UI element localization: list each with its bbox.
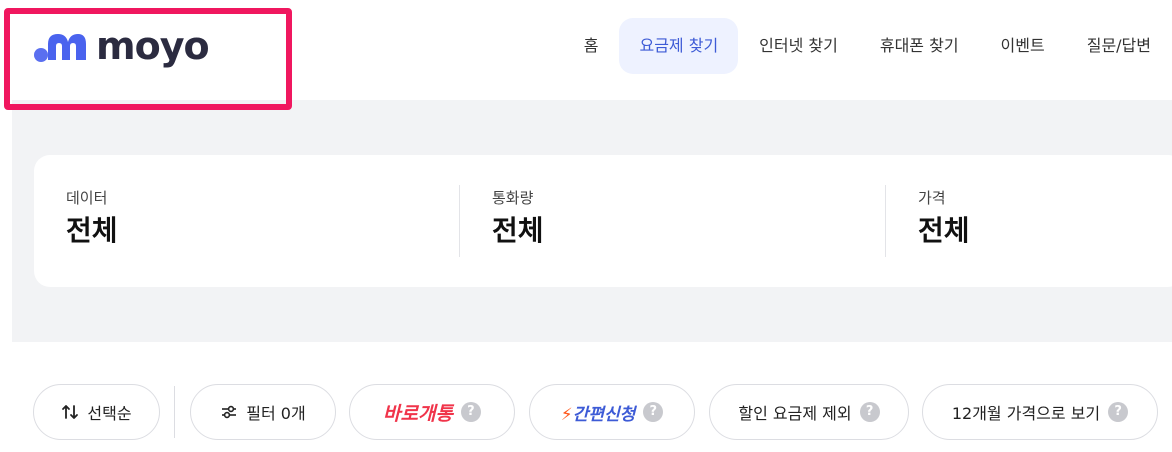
plan-summary-card: 데이터 전체 통화량 전체 가격 전체 xyxy=(34,155,1172,287)
nav-qna[interactable]: 질문/답변 xyxy=(1066,18,1172,74)
divider xyxy=(885,185,886,257)
instant-activation-label: 바로개통 xyxy=(383,402,453,425)
help-icon[interactable]: ? xyxy=(1108,402,1129,422)
calls-label: 통화량 xyxy=(492,189,534,207)
help-icon[interactable]: ? xyxy=(643,402,664,422)
calls-selector[interactable]: 통화량 전체 xyxy=(492,187,544,249)
exclude-discount-label: 할인 요금제 제외 xyxy=(738,404,852,423)
chip-divider xyxy=(174,386,175,438)
price-label: 가격 xyxy=(918,189,946,207)
easy-apply-chip[interactable]: ⚡간편신청 ? xyxy=(529,384,695,440)
help-icon[interactable]: ? xyxy=(859,402,880,422)
exclude-discount-chip[interactable]: 할인 요금제 제외 ? xyxy=(709,384,909,440)
calls-value: 전체 xyxy=(492,214,544,247)
highlight-box xyxy=(4,8,292,110)
nav-internet-search[interactable]: 인터넷 찾기 xyxy=(738,18,859,74)
instant-activation-chip[interactable]: 바로개통 ? xyxy=(349,384,515,440)
filter-label: 필터 0개 xyxy=(246,404,306,423)
yearly-price-chip[interactable]: 12개월 가격으로 보기 ? xyxy=(922,384,1158,440)
help-icon[interactable]: ? xyxy=(460,402,481,422)
filter-button[interactable]: 필터 0개 xyxy=(190,384,336,440)
divider xyxy=(459,185,460,257)
easy-apply-text: ⚡간편신청 xyxy=(561,400,636,425)
lightning-icon: ⚡ xyxy=(560,404,573,425)
data-value: 전체 xyxy=(66,214,118,247)
yearly-price-label: 12개월 가격으로 보기 xyxy=(951,404,1101,423)
filter-sliders-icon xyxy=(222,405,237,419)
sort-label: 선택순 xyxy=(87,404,132,423)
sort-arrows-icon xyxy=(62,405,79,419)
data-label: 데이터 xyxy=(66,189,108,207)
nav-home[interactable]: 홈 xyxy=(563,18,620,74)
easy-apply-label: 간편신청 xyxy=(572,404,636,425)
price-selector[interactable]: 가격 전체 xyxy=(918,187,970,249)
main-nav: 홈 요금제 찾기 인터넷 찾기 휴대폰 찾기 이벤트 질문/답변 xyxy=(563,18,1172,74)
nav-plan-search[interactable]: 요금제 찾기 xyxy=(619,18,739,74)
price-value: 전체 xyxy=(918,214,970,247)
nav-phone-search[interactable]: 휴대폰 찾기 xyxy=(859,18,980,74)
data-selector[interactable]: 데이터 전체 xyxy=(66,187,118,249)
nav-events[interactable]: 이벤트 xyxy=(980,18,1066,74)
sort-button[interactable]: 선택순 xyxy=(33,384,160,440)
